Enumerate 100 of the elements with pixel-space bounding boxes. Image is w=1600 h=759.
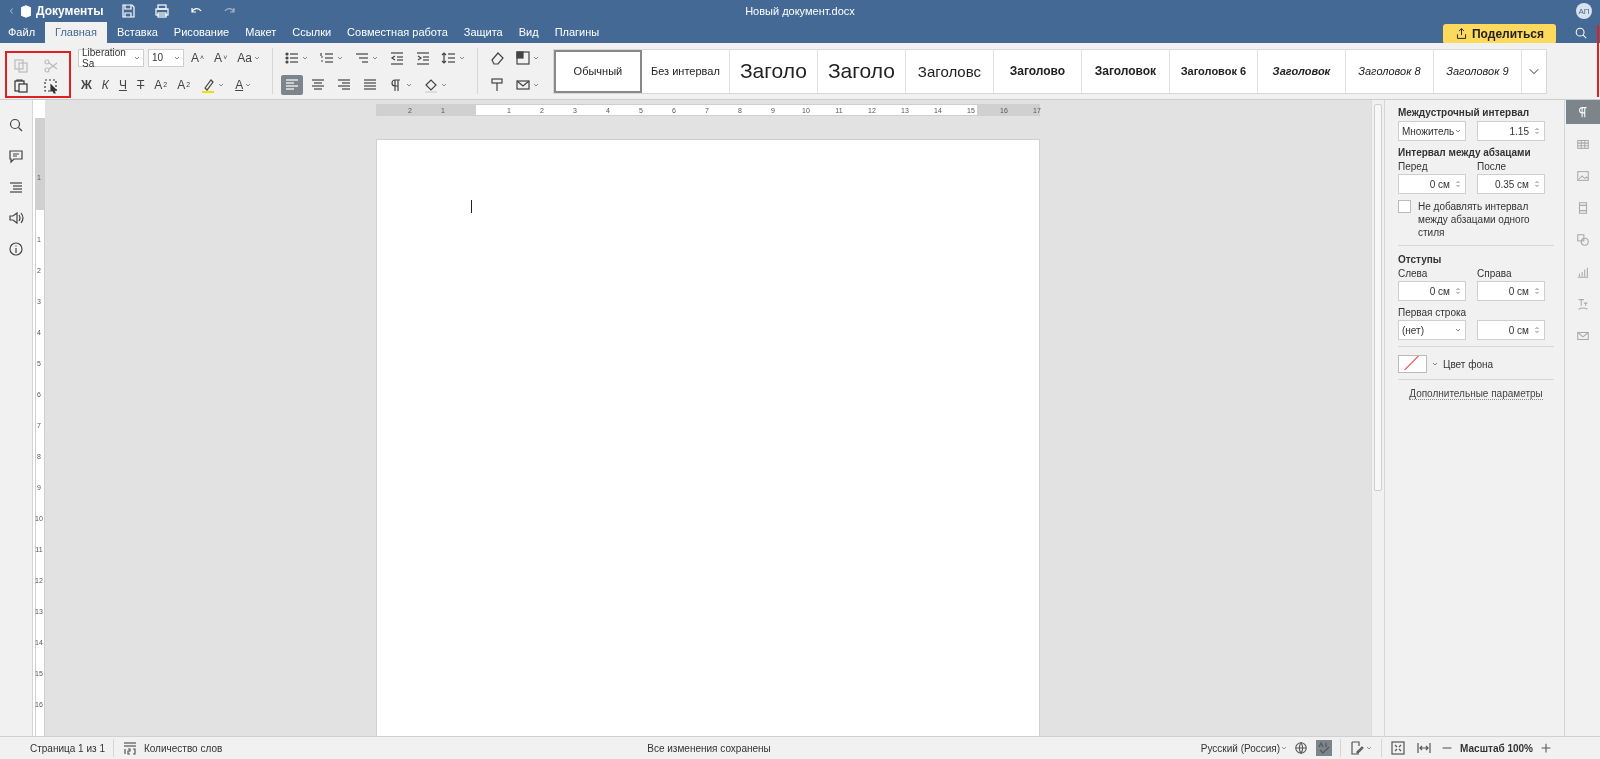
language-button[interactable]: Русский (Россия) [1200,742,1281,754]
spacing-after-field[interactable]: 0.35 см [1477,174,1545,194]
color-swatch[interactable] [1398,355,1427,373]
track-changes-icon[interactable] [1349,740,1366,756]
caret-icon[interactable] [1431,360,1439,368]
strike-button[interactable]: Т [133,74,148,95]
comment-icon[interactable] [8,148,24,164]
style-preset[interactable]: Заголовок 9 [1433,49,1522,93]
caret-icon [1454,326,1462,334]
line-spacing-mode-dropdown[interactable]: Множитель [1398,121,1466,141]
paragraph-settings-tab[interactable] [1565,100,1600,124]
word-count-icon[interactable] [121,740,138,756]
format-painter-icon [488,76,505,93]
spinner-icon [1454,178,1462,190]
spinner-icon [1533,178,1541,190]
menu-tab[interactable]: Главная [45,22,107,43]
style-preset[interactable]: Заголовс [905,49,994,93]
bold-button[interactable]: Ж [78,74,95,95]
text-cursor [471,200,472,213]
navigation-icon[interactable] [8,179,24,195]
field-label: Справа [1477,268,1513,279]
section-title: Междустрочный интервал [1398,107,1531,118]
italic-button[interactable]: К [98,74,112,95]
document-title: Новый документ.docx [745,5,855,17]
super-button[interactable]: A$^{2}$ [151,74,171,95]
menu-tab[interactable]: Плагины [548,22,606,43]
style-preset[interactable]: Заголовок 8 [1345,49,1434,93]
save-icon[interactable] [120,3,136,19]
checkbox[interactable] [1398,200,1411,213]
background-color-label: Цвет фона [1443,358,1494,370]
font-size-field[interactable]: 10 [148,48,184,67]
menu-tab[interactable]: Вид [512,22,545,43]
menu-tab[interactable]: Вставка [110,22,164,43]
share-button[interactable]: Поделиться [1442,23,1556,44]
fit-page-icon[interactable] [1390,740,1407,756]
indent-right-field[interactable]: 0 см [1477,281,1545,301]
document-logo-icon [19,4,33,18]
font-name-field[interactable]: Liberation Sa [78,48,144,67]
speaker-icon[interactable] [8,210,24,226]
print-icon[interactable] [154,3,170,19]
menu-tab[interactable]: Файл [2,22,42,43]
first-line-field[interactable]: 0 см [1477,320,1545,340]
image-icon [1575,169,1590,183]
bar-chart-icon [1575,265,1590,279]
font-color-button[interactable]: A [232,74,256,95]
menu-tab[interactable]: Ссылки [286,22,338,43]
style-preset[interactable]: Заголо [729,49,818,93]
decrease-indent-icon [388,49,405,66]
style-preset[interactable]: Заголовок [1081,49,1170,93]
underline-button[interactable]: Ч [115,74,130,95]
search-icon[interactable] [1574,25,1588,40]
menu-tab[interactable]: Совместная работа [341,22,454,43]
spacing-before-field[interactable]: 0 см [1398,174,1466,194]
indent-left-field[interactable]: 0 см [1398,281,1466,301]
scrollbar-thumb[interactable] [1374,104,1382,491]
zoom-level: Масштаб 100% [1460,742,1533,754]
spinner-icon [1533,125,1541,137]
style-preset[interactable]: Без интервал [641,49,730,93]
word-count-button[interactable]: Количество слов [143,742,223,754]
envelope-icon [1575,329,1590,343]
advanced-settings-link[interactable]: Дополнительные параметры [1409,388,1543,400]
style-preset[interactable]: Заголовок [1257,49,1346,93]
info-icon[interactable] [8,241,24,257]
color-scheme-icon [514,49,531,66]
style-preset[interactable]: Заголово [993,49,1082,93]
line-spacing-field[interactable]: 1.15 [1477,121,1545,141]
first-line-dropdown[interactable]: (нет) [1398,320,1466,340]
section-title: Интервал между абзацами [1398,147,1532,158]
align-right-icon [335,76,352,93]
align-left-button[interactable] [280,74,303,95]
caret-icon[interactable] [1280,744,1289,752]
shrink-font-button[interactable]: A$^{˅}$ [211,47,231,68]
increase-indent-icon [414,49,431,66]
field-label: После [1477,161,1508,172]
upload-icon [1454,27,1468,40]
checkbox-label: Не добавлять интервал между абзацами одного стиля [1418,200,1531,239]
menu-tab[interactable]: Макет [239,22,283,43]
spinner-icon [1533,285,1541,297]
search-icon[interactable] [8,117,24,133]
menu-tab[interactable]: Защита [457,22,509,43]
change-case-button[interactable]: Aa [234,47,264,68]
align-justify-icon [361,76,378,93]
table-icon [1575,137,1590,151]
user-avatar[interactable]: АП [1576,3,1592,19]
globe-icon[interactable] [1294,741,1309,755]
page-counter[interactable]: Страница 1 из 1 [30,742,105,754]
paste-icon[interactable] [13,77,29,94]
app-title[interactable]: Документы [8,4,120,18]
zoom-in-icon[interactable] [1539,741,1553,755]
style-preset[interactable]: Заголовок 6 [1169,49,1258,93]
grow-font-button[interactable]: A$^{˄}$ [188,47,208,68]
fit-width-icon[interactable] [1416,740,1433,756]
save-status: Все изменения сохранены [647,742,771,754]
style-preset[interactable]: Обычный [553,49,642,93]
shape-icon [1575,233,1590,247]
menu-tab[interactable]: Рисование [167,22,236,43]
caret-icon[interactable] [1365,744,1374,752]
style-preset[interactable]: Заголо [817,49,906,93]
spinner-icon [1454,285,1462,297]
select-all-icon[interactable] [43,77,59,94]
